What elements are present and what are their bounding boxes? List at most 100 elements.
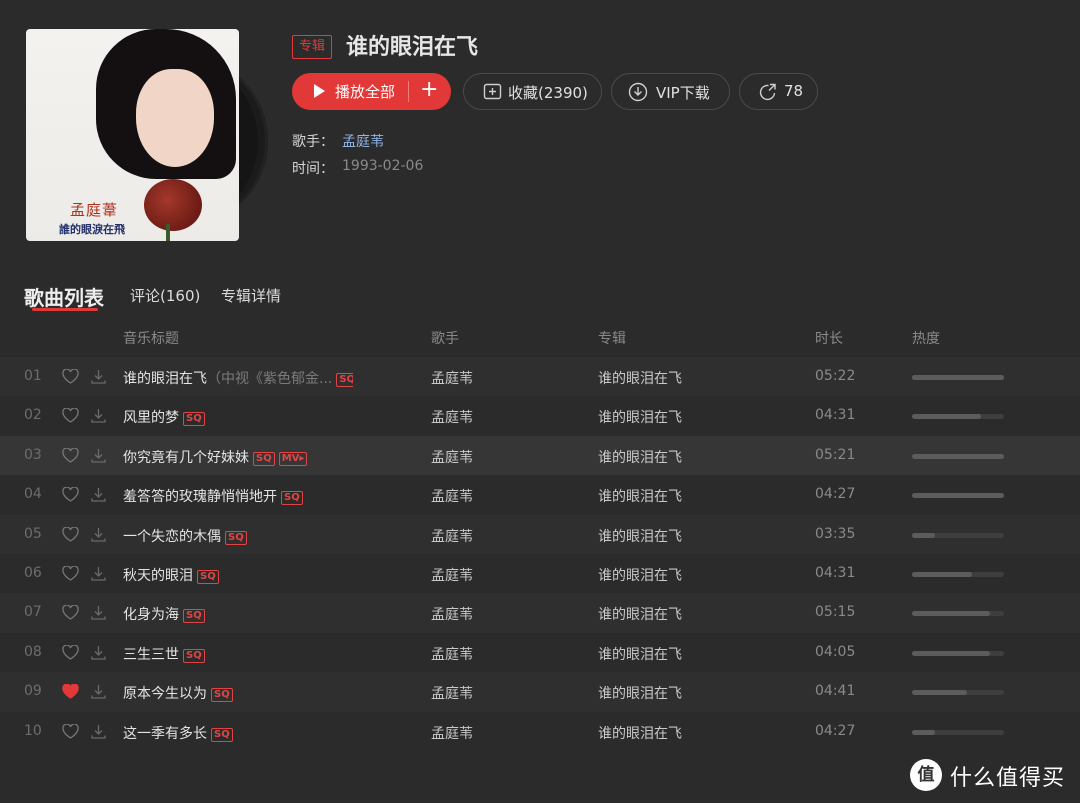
heat-bar-fill [912,650,991,656]
song-singer[interactable]: 孟庭苇 [431,683,473,703]
song-number: 03 [24,446,42,463]
song-title-cell[interactable]: 羞答答的玫瑰静悄悄地开 SQ [123,486,303,506]
song-singer[interactable]: 孟庭苇 [431,723,473,743]
song-title[interactable]: 风里的梦 [123,410,179,426]
song-singer[interactable]: 孟庭苇 [431,486,473,506]
singer-link[interactable]: 孟庭苇 [342,131,384,151]
tab-songs[interactable]: 歌曲列表 [24,282,104,311]
song-number: 05 [24,525,42,542]
song-singer[interactable]: 孟庭苇 [431,368,473,388]
song-title[interactable]: 你究竟有几个好妹妹 [123,450,249,466]
song-title-cell[interactable]: 一个失恋的木偶 SQ [123,526,247,546]
download-icon[interactable] [90,368,107,389]
download-icon[interactable] [90,644,107,665]
song-row[interactable]: 07 化身为海 SQ 孟庭苇 谁的眼泪在飞 05:15 [0,593,1080,633]
download-icon[interactable] [90,723,107,744]
song-title-cell[interactable]: 这一季有多长 SQ [123,723,233,743]
song-album[interactable]: 谁的眼泪在飞 [598,447,682,467]
song-duration: 04:27 [815,486,856,503]
download-icon[interactable] [90,526,107,547]
song-title-cell[interactable]: 谁的眼泪在飞（中视《紫色郁金...SQMV▸ [123,368,353,388]
song-singer[interactable]: 孟庭苇 [431,407,473,427]
song-album[interactable]: 谁的眼泪在飞 [598,486,682,506]
song-singer[interactable]: 孟庭苇 [431,526,473,546]
song-row[interactable]: 09 原本今生以为 SQ 孟庭苇 谁的眼泪在飞 04:41 [0,672,1080,712]
song-album[interactable]: 谁的眼泪在飞 [598,526,682,546]
song-singer[interactable]: 孟庭苇 [431,604,473,624]
song-title-cell[interactable]: 原本今生以为 SQ [123,683,233,703]
song-row[interactable]: 08 三生三世 SQ 孟庭苇 谁的眼泪在飞 04:05 [0,632,1080,673]
song-number: 07 [24,604,42,621]
song-row[interactable]: 03 你究竟有几个好妹妹 SQ MV▸ 孟庭苇 谁的眼泪在飞 05:21 [0,435,1080,476]
download-icon[interactable] [90,565,107,586]
collect-button[interactable]: 收藏(2390) [463,73,602,110]
play-all-label: 播放全部 [335,83,396,101]
heart-icon[interactable] [62,604,79,624]
heart-icon[interactable] [62,722,79,743]
song-row[interactable]: 04 羞答答的玫瑰静悄悄地开 SQ 孟庭苇 谁的眼泪在飞 04:27 [0,475,1080,515]
play-icon [314,84,325,98]
heart-filled-icon[interactable] [62,683,79,703]
song-singer[interactable]: 孟庭苇 [431,644,473,664]
song-title[interactable]: 秋天的眼泪 [123,568,193,584]
col-album[interactable]: 专辑 [598,328,626,348]
download-icon[interactable] [90,447,107,468]
song-duration: 05:22 [815,368,856,384]
tab-comments[interactable]: 评论(160) [130,285,200,306]
song-title[interactable]: 谁的眼泪在飞 [123,371,207,387]
song-title[interactable]: 羞答答的玫瑰静悄悄地开 [123,489,277,505]
song-title[interactable]: 三生三世 [123,647,179,663]
heart-icon[interactable] [62,565,79,585]
heart-icon[interactable] [62,407,79,427]
song-singer[interactable]: 孟庭苇 [431,565,473,585]
song-row[interactable]: 10 这一季有多长 SQ 孟庭苇 谁的眼泪在飞 04:27 [0,711,1080,751]
song-album[interactable]: 谁的眼泪在飞 [598,723,682,743]
heart-icon[interactable] [62,447,79,467]
heart-icon[interactable] [62,368,79,388]
col-title[interactable]: 音乐标题 [123,328,179,348]
song-row[interactable]: 02 风里的梦 SQ 孟庭苇 谁的眼泪在飞 04:31 [0,396,1080,436]
song-album[interactable]: 谁的眼泪在飞 [598,368,682,388]
song-album[interactable]: 谁的眼泪在飞 [598,565,682,585]
song-album[interactable]: 谁的眼泪在飞 [598,407,682,427]
song-title-cell[interactable]: 风里的梦 SQ [123,407,205,427]
tab-details[interactable]: 专辑详情 [221,285,281,306]
heart-icon[interactable] [62,526,79,546]
album-cover[interactable]: 孟庭葦 誰的眼淚在飛 [26,29,239,241]
heat-bar-fill [912,611,991,617]
song-title-cell[interactable]: 三生三世 SQ [123,644,205,664]
col-singer[interactable]: 歌手 [431,328,459,348]
download-icon[interactable] [90,683,107,704]
heart-icon[interactable] [62,486,79,506]
song-number: 09 [24,683,42,700]
song-title-cell[interactable]: 你究竟有几个好妹妹 SQ MV▸ [123,447,308,467]
share-button[interactable]: 78 [739,73,818,110]
heart-icon[interactable] [62,644,79,664]
add-to-playlist-button[interactable]: + [420,77,438,102]
song-row[interactable]: 06 秋天的眼泪 SQ 孟庭苇 谁的眼泪在飞 04:31 [0,553,1080,594]
release-date: 1993-02-06 [342,158,424,174]
song-title-cell[interactable]: 秋天的眼泪 SQ [123,565,219,585]
song-album[interactable]: 谁的眼泪在飞 [598,604,682,624]
song-row[interactable]: 05 一个失恋的木偶 SQ 孟庭苇 谁的眼泪在飞 03:35 [0,514,1080,554]
song-album[interactable]: 谁的眼泪在飞 [598,644,682,664]
col-heat[interactable]: 热度 [912,328,940,348]
col-duration[interactable]: 时长 [815,328,843,348]
song-title[interactable]: 一个失恋的木偶 [123,529,221,545]
song-title-cell[interactable]: 化身为海 SQ [123,604,205,624]
song-duration: 05:21 [815,446,856,463]
play-all-button[interactable]: 播放全部 + [292,73,451,110]
download-icon[interactable] [90,407,107,428]
song-title[interactable]: 化身为海 [123,607,179,623]
download-icon[interactable] [90,604,107,625]
song-singer[interactable]: 孟庭苇 [431,447,473,467]
song-title[interactable]: 这一季有多长 [123,726,207,742]
song-row[interactable]: 01 谁的眼泪在飞（中视《紫色郁金...SQMV▸ 孟庭苇 谁的眼泪在飞 05:22 [0,357,1080,397]
sq-badge: SQ [211,727,233,742]
mv-badge[interactable]: MV▸ [278,451,308,466]
song-album[interactable]: 谁的眼泪在飞 [598,683,682,703]
sq-badge: SQ [197,569,219,584]
vip-download-button[interactable]: VIP下载 [611,73,730,110]
download-icon[interactable] [90,486,107,507]
song-title[interactable]: 原本今生以为 [123,686,207,702]
